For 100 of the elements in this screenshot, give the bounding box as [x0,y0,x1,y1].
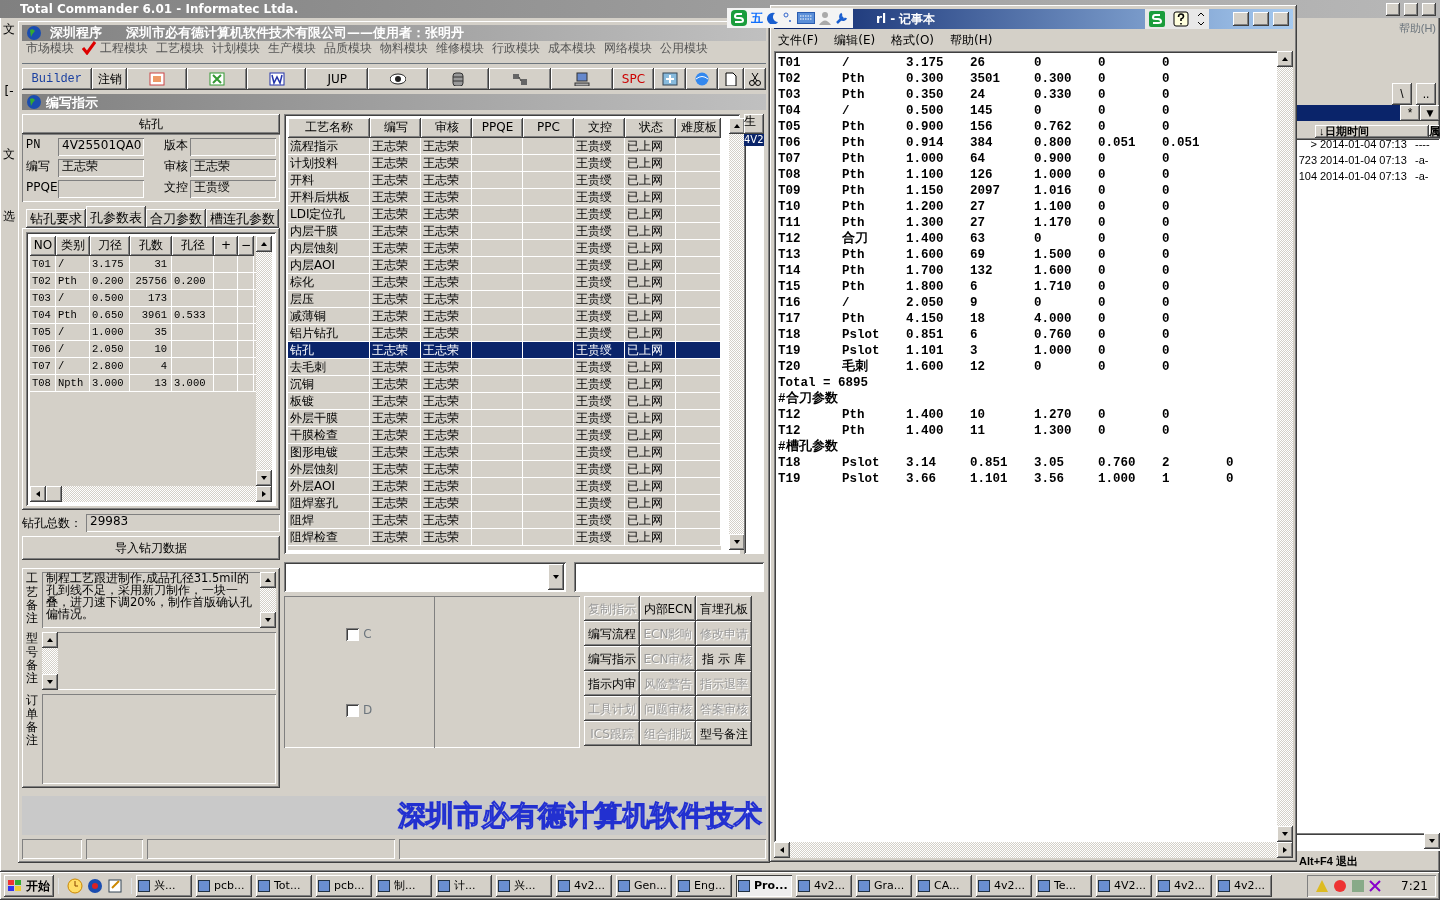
maximize-button[interactable] [1253,12,1269,26]
column-header[interactable]: 生 [744,114,764,135]
toolbar-button[interactable]: SPC [612,68,655,91]
scroll-left-button[interactable] [30,486,46,503]
action-button[interactable]: 指 示 库 [696,646,752,672]
toolbar-button[interactable] [246,68,307,91]
table-row[interactable]: 内层蚀刻 王志荣 王志荣 王贵绶 已上网 [288,240,721,258]
scroll-left-button[interactable] [774,842,790,858]
minimize-button[interactable] [1386,2,1400,16]
module-menu-item[interactable]: 成本模块 [548,41,596,56]
table-row[interactable]: 阻焊 王志荣 王志荣 王贵绶 已上网 [288,512,721,530]
path-button[interactable]: \ [1392,83,1412,106]
scroll-up-button[interactable] [260,572,276,589]
taskbar-button[interactable]: 4v2... [1216,875,1272,897]
column-header[interactable]: PPC [523,118,574,139]
toolbar-button[interactable] [427,68,490,91]
taskbar-button[interactable]: 兴... [136,875,192,897]
module-menu-item[interactable]: 生产模块 [268,41,316,56]
text-field[interactable]: 王贵绶 [190,180,276,199]
column-header[interactable]: + [214,236,238,257]
filter-button[interactable]: ▼ [1420,105,1440,122]
minimize-button[interactable] [1233,12,1249,26]
taskbar-button[interactable]: Eng... [676,875,732,897]
menu-item[interactable]: 格式(O) [891,33,935,48]
table-row[interactable]: 板镀 王志荣 王志荣 王贵绶 已上网 [288,393,721,411]
taskbar-button[interactable]: 计... [436,875,492,897]
taskbar-button[interactable]: 4V2... [1096,875,1152,897]
scroll-down-button[interactable] [729,534,745,551]
taskbar-button[interactable]: pcb... [316,875,372,897]
dropdown-button[interactable] [548,564,564,591]
drive-label[interactable]: 文 [3,146,15,162]
note-field[interactable] [42,694,276,785]
drive-label[interactable]: 选 [3,209,15,224]
menu-item[interactable]: 帮助(H) [950,33,993,48]
scroll-thumb[interactable] [46,486,62,503]
action-button[interactable]: 盲埋孔板 [696,596,752,622]
text-field[interactable]: 王志荣 [58,159,144,178]
scroll-up-button[interactable] [42,632,58,649]
table-row[interactable]: 外层AOI 王志荣 王志荣 王贵绶 已上网 [288,478,721,496]
taskbar-button[interactable]: 4v2... [976,875,1032,897]
scroll-right-button[interactable] [1277,842,1293,858]
column-header[interactable]: 编写 [370,118,421,139]
tab[interactable]: 合刀参数 [146,209,206,229]
module-menu-item[interactable]: 工艺模块 [156,41,204,56]
taskbar-button[interactable]: 4v2... [796,875,852,897]
scroll-down-button[interactable] [256,470,272,487]
module-menu-item[interactable]: 网络模块 [604,41,652,56]
table-row[interactable]: LDI定位孔 王志荣 王志荣 王贵绶 已上网 [288,206,721,224]
menu-item[interactable]: 编辑(E) [834,33,876,48]
table-row[interactable]: 去毛刺 王志荣 王志荣 王贵绶 已上网 [288,359,721,377]
ime-mode-button[interactable]: 五 [751,10,763,26]
toolbar-button[interactable] [489,68,551,91]
action-button[interactable]: 内部ECN [640,596,696,622]
text-field[interactable] [190,138,276,157]
tab[interactable]: 槽连孔参数 [206,209,279,229]
table-row[interactable]: 阻焊检查 王志荣 王志荣 王贵绶 已上网 [288,529,721,547]
close-button[interactable] [1422,2,1436,16]
toolbar-button[interactable]: Builder [22,68,92,91]
table-row[interactable]: 减薄铜 王志荣 王志荣 王贵绶 已上网 [288,308,721,326]
column-header[interactable]: ↓日期时间 [1315,125,1429,139]
module-menu-item[interactable]: 市场模块 [26,41,74,56]
toolbar-button[interactable]: 注销 [91,68,128,91]
action-button[interactable]: 编写流程 [584,621,640,647]
column-header[interactable]: 难度板 [676,118,721,139]
column-header[interactable]: 孔径 [172,236,214,257]
scroll-down-button[interactable] [1277,826,1293,842]
start-button[interactable]: 开始 [4,875,54,897]
table-row[interactable]: 钻孔 王志荣 王志荣 王贵绶 已上网 [288,342,721,360]
text-field[interactable] [574,562,764,593]
column-header[interactable]: 审核 [421,118,472,139]
column-header[interactable]: 类别 [56,236,90,257]
column-header[interactable]: − [238,236,254,257]
toolbar-button[interactable] [127,68,188,91]
table-row[interactable]: 沉铜 王志荣 王志荣 王贵绶 已上网 [288,376,721,394]
toolbar-button[interactable] [686,68,719,91]
taskbar-button[interactable]: Te... [1036,875,1092,897]
filter-button[interactable]: * [1400,105,1420,122]
toolbar-button[interactable] [654,68,687,91]
drive-label[interactable]: 文 [3,22,15,37]
text-field[interactable] [58,180,144,199]
module-menu-item[interactable]: 工程模块 [82,41,148,56]
column-header[interactable]: 工艺名称 [288,118,370,139]
combo-box[interactable] [284,562,566,593]
toolbar-button[interactable]: JUP [306,68,368,91]
table-row[interactable]: 棕化 王志荣 王志荣 王贵绶 已上网 [288,274,721,292]
text-field[interactable]: 王志荣 [190,159,276,178]
action-button[interactable]: 编写指示 [584,646,640,672]
column-header[interactable]: 状态 [625,118,676,139]
table-row[interactable]: 干膜检查 王志荣 王志荣 王贵绶 已上网 [288,427,721,445]
toolbar-button[interactable] [368,68,428,91]
import-button[interactable]: 导入钻刀数据 [22,536,280,561]
module-menu-item[interactable]: 品质模块 [324,41,372,56]
table-row[interactable]: 层压 王志荣 王志荣 王贵绶 已上网 [288,291,721,309]
note-field[interactable]: 制程工艺跟进制作,成品孔径31.5mil的孔到线不足，采用新刀制作，一块一叠，进刀速下调20%，制作首版确认孔偏情况。 [42,572,276,629]
taskbar-button[interactable]: Pro... [736,875,792,897]
taskbar-button[interactable]: 兴... [496,875,552,897]
column-header[interactable]: 孔数 [130,236,172,257]
scroll-down-button[interactable] [260,612,276,629]
note-field[interactable] [42,632,276,691]
table-row[interactable]: 图形电镀 王志荣 王志荣 王贵绶 已上网 [288,444,721,462]
